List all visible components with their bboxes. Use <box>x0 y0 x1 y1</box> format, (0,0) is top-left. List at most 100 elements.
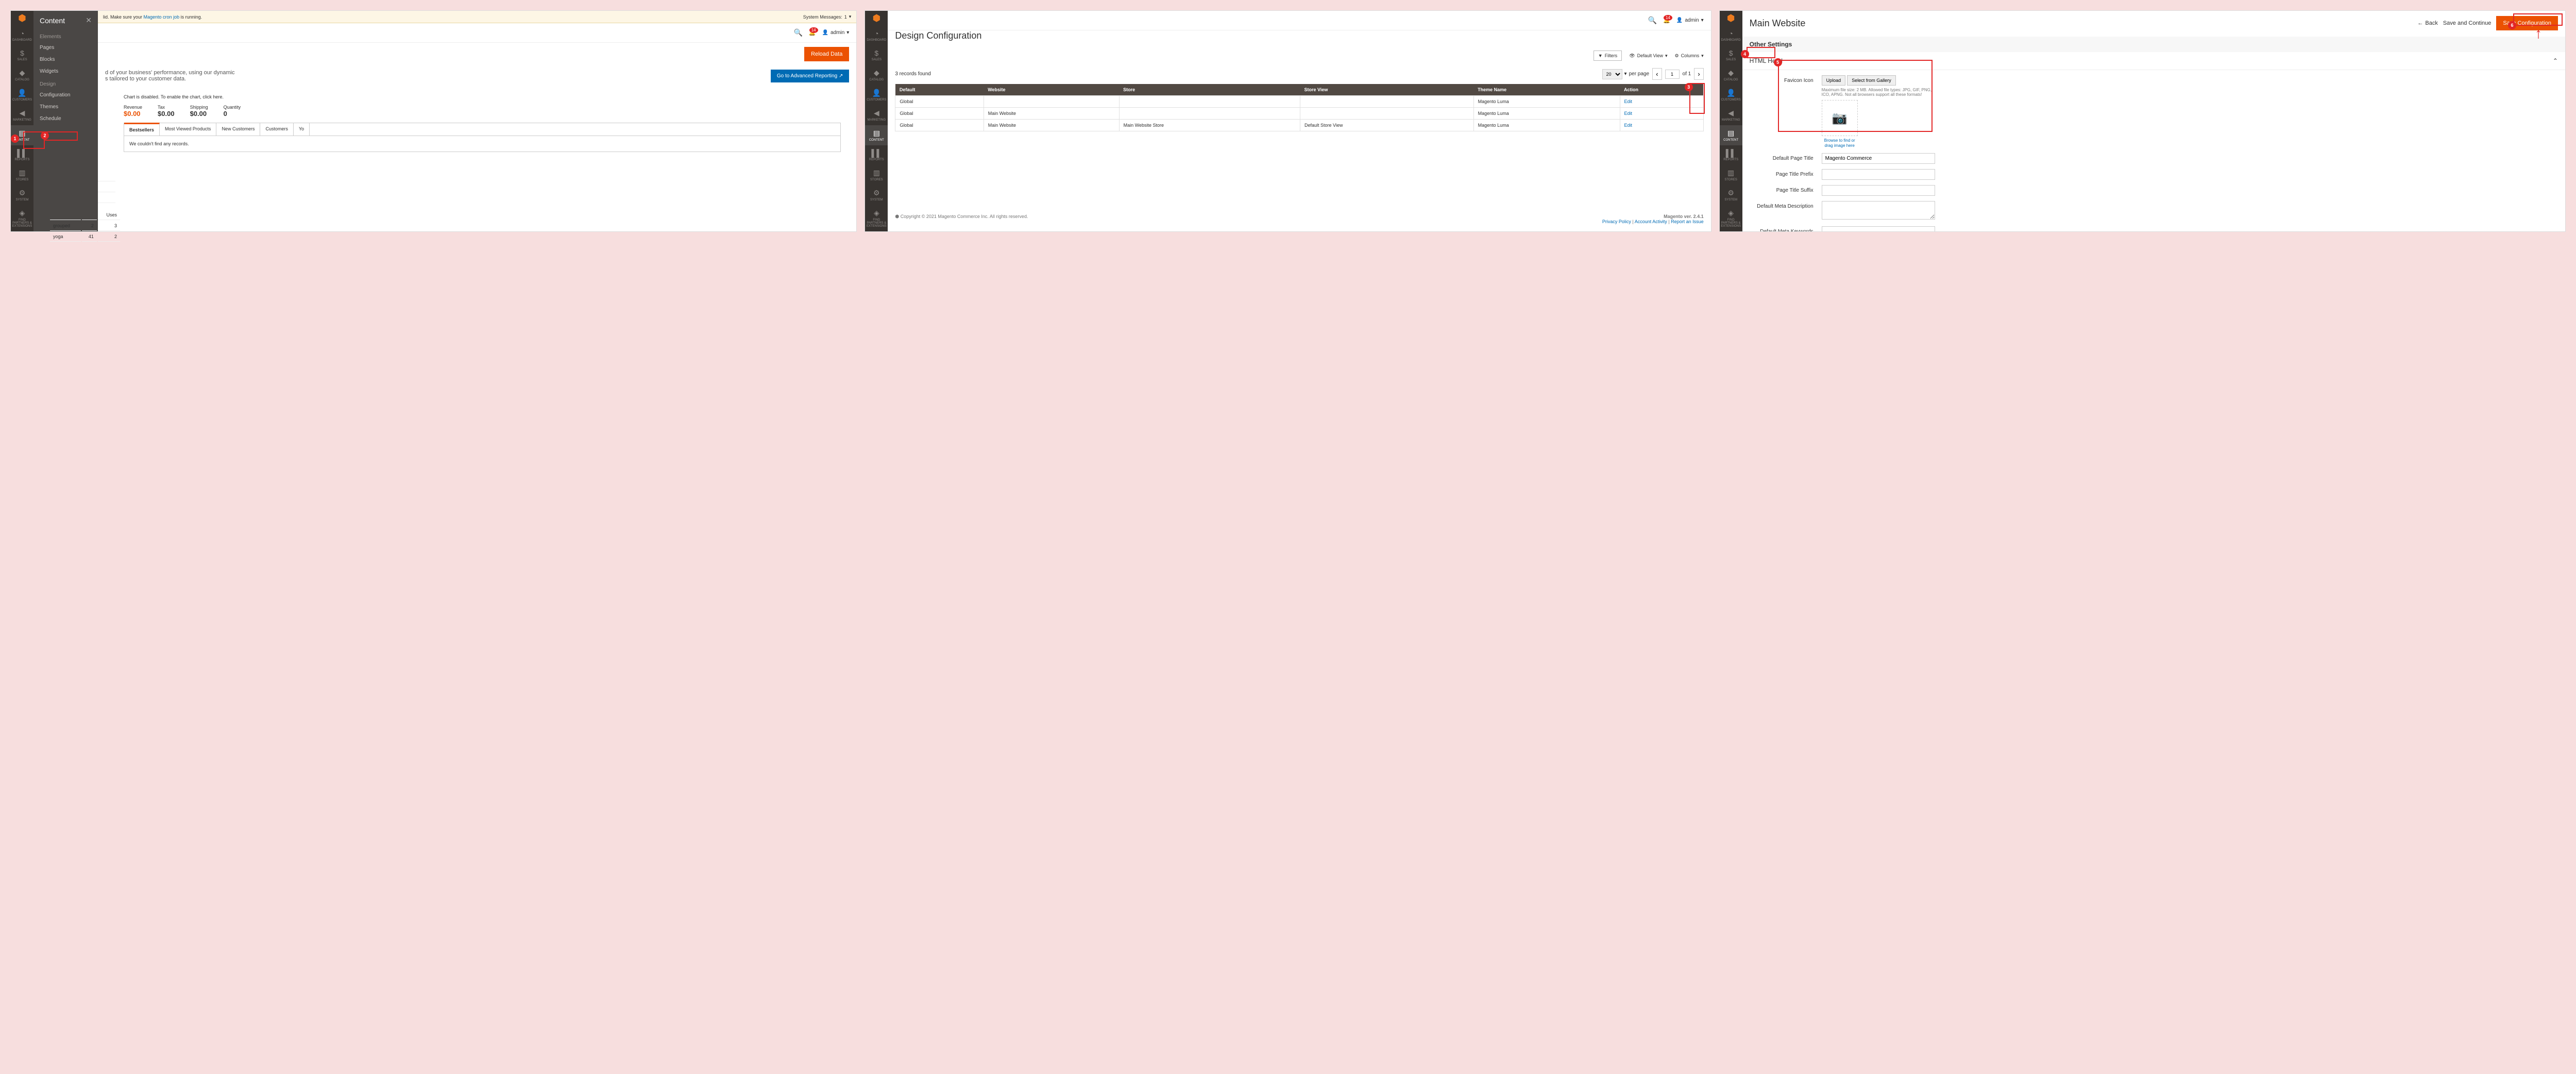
sidebar-item-customers[interactable]: 👤CUSTOMERS <box>865 85 888 105</box>
back-button[interactable]: ← Back <box>2417 20 2437 26</box>
notifications-icon[interactable]: 🔔14 <box>809 29 816 36</box>
config-table: Default Website Store Store View Theme N… <box>895 84 1703 131</box>
table-row: GlobalMain WebsiteMain Website StoreDefa… <box>895 120 1703 131</box>
chevron-down-icon[interactable]: ▾ <box>849 14 852 20</box>
sidebar-item-sales[interactable]: $SALES <box>865 45 888 65</box>
page-title-prefix-input[interactable] <box>1822 169 1935 180</box>
advanced-reporting-button[interactable]: Go to Advanced Reporting ↗ <box>771 70 849 82</box>
flyout-link-configuration[interactable]: Configuration <box>33 89 98 101</box>
sidebar-item-partners[interactable]: ◈FIND PARTNERS & EXTENSIONS <box>1720 205 1742 231</box>
sidebar-item-stores[interactable]: ▥STORES <box>1720 165 1742 185</box>
system-messages-bar: lid. Make sure your Magento cron job is … <box>98 11 856 23</box>
favicon-dropzone[interactable]: 📷 <box>1822 100 1858 136</box>
sidebar-item-catalog[interactable]: ◆CATALOG <box>1720 65 1742 85</box>
account-activity-link[interactable]: Account Activity <box>1635 219 1667 224</box>
sidebar-item-partners[interactable]: ◈FIND PARTNERS & EXTENSIONS <box>865 205 888 231</box>
tab-body: We couldn't find any records. <box>124 136 841 152</box>
magento-logo-icon: ⬢ <box>1720 11 1742 26</box>
save-configuration-button[interactable]: Save Configuration <box>2496 16 2558 30</box>
default-view-dropdown[interactable]: 👁Default View ▾ <box>1629 53 1667 59</box>
sidebar-item-catalog[interactable]: ◆CATALOG <box>865 65 888 85</box>
page-input[interactable] <box>1665 70 1680 79</box>
flyout-group-elements: Elements <box>33 30 98 42</box>
tab-most-viewed[interactable]: Most Viewed Products <box>160 123 216 136</box>
report-issue-link[interactable]: Report an Issue <box>1671 219 1704 224</box>
sidebar-item-system[interactable]: ⚙SYSTEM <box>1720 185 1742 205</box>
table-row: GlobalMagento LumaEdit <box>895 96 1703 108</box>
external-link-icon: ↗ <box>839 73 843 79</box>
camera-icon: 📷 <box>1832 111 1848 126</box>
sidebar-item-system[interactable]: ⚙SYSTEM <box>11 185 33 205</box>
flyout-link-themes[interactable]: Themes <box>33 101 98 113</box>
per-page-select[interactable]: 20 <box>1602 69 1622 79</box>
meta-keywords-input[interactable] <box>1822 226 1935 231</box>
search-icon[interactable]: 🔍 <box>1648 16 1657 25</box>
collapse-icon: ⌃ <box>2553 57 2558 64</box>
page-title: Main Website <box>1750 18 1806 29</box>
flyout-link-widgets[interactable]: Widgets <box>33 65 98 77</box>
sidebar-item-catalog[interactable]: ◆CATALOG <box>11 65 33 85</box>
sidebar-item-reports[interactable]: ▌▌REPORTS <box>865 145 888 165</box>
sidebar-item-dashboard[interactable]: ◔DASHBOARD <box>11 26 33 45</box>
tab-customers[interactable]: Customers <box>260 123 294 136</box>
sidebar-item-sales[interactable]: $SALES <box>11 45 33 65</box>
sidebar-item-marketing[interactable]: ◀MARKETING <box>1720 105 1742 125</box>
sidebar-item-content[interactable]: ▤CONTENT <box>865 125 888 145</box>
admin-dropdown[interactable]: 👤 admin ▾ <box>822 30 850 36</box>
sidebar-item-marketing[interactable]: ◀MARKETING <box>11 105 33 125</box>
flyout-link-pages[interactable]: Pages <box>33 42 98 54</box>
flyout-link-schedule[interactable]: Schedule <box>33 113 98 125</box>
flyout-link-blocks[interactable]: Blocks <box>33 54 98 65</box>
chart-disabled-text: Chart is disabled. To enable the chart, … <box>124 94 224 99</box>
callout-3: 3 <box>1685 83 1693 91</box>
select-from-gallery-button[interactable]: Select from Gallery <box>1847 75 1896 86</box>
enable-chart-link[interactable]: here <box>213 94 222 99</box>
eye-icon: 👁 <box>1629 53 1635 59</box>
upload-button[interactable]: Upload <box>1822 75 1846 86</box>
admin-dropdown[interactable]: 👤 admin ▾ <box>1676 18 1704 23</box>
filters-button[interactable]: ▼Filters <box>1594 51 1622 61</box>
cron-job-link[interactable]: Magento cron job <box>144 14 180 20</box>
edit-link[interactable]: Edit <box>1624 111 1633 116</box>
callout-1: 1 <box>11 135 19 143</box>
sidebar-item-content[interactable]: ▤CONTENT <box>1720 125 1742 145</box>
sidebar-item-system[interactable]: ⚙SYSTEM <box>865 185 888 205</box>
close-icon[interactable]: ✕ <box>86 16 92 25</box>
table-row: GlobalMain WebsiteMagento LumaEdit <box>895 108 1703 120</box>
sidebar-item-dashboard[interactable]: ◔DASHBOARD <box>1720 26 1742 45</box>
sidebar-item-marketing[interactable]: ◀MARKETING <box>865 105 888 125</box>
tab-yo[interactable]: Yo <box>294 123 310 136</box>
admin-sidebar: ⬢ ◔DASHBOARD $SALES ◆CATALOG 👤CUSTOMERS … <box>1720 11 1742 231</box>
edit-link[interactable]: Edit <box>1624 99 1633 104</box>
tab-new-customers[interactable]: New Customers <box>216 123 260 136</box>
sidebar-item-stores[interactable]: ▥STORES <box>865 165 888 185</box>
content-flyout: Content ✕ Elements Pages Blocks Widgets … <box>33 11 98 231</box>
reload-data-button[interactable]: Reload Data <box>804 47 849 61</box>
favicon-hint: Maximum file size: 2 MB. Allowed file ty… <box>1822 88 1935 97</box>
search-icon[interactable]: 🔍 <box>793 28 802 37</box>
next-page-button[interactable]: › <box>1694 68 1703 80</box>
tab-bestsellers[interactable]: Bestsellers <box>124 123 160 136</box>
sidebar-item-stores[interactable]: ▥STORES <box>11 165 33 185</box>
revenue-value: $0.00 <box>124 110 142 118</box>
magento-logo-icon: ⬢ <box>11 11 33 26</box>
sidebar-item-customers[interactable]: 👤CUSTOMERS <box>11 85 33 105</box>
sidebar-item-partners[interactable]: ◈FIND PARTNERS & EXTENSIONS <box>11 205 33 231</box>
page-title-suffix-input[interactable] <box>1822 185 1935 196</box>
edit-link[interactable]: Edit <box>1624 123 1633 128</box>
save-and-continue-button[interactable]: Save and Continue <box>2443 20 2492 26</box>
html-head-accordion[interactable]: HTML Head ⌃ <box>1742 52 2565 70</box>
up-arrow-icon: ↑ <box>2535 25 2542 42</box>
notifications-icon[interactable]: 🔔14 <box>1663 17 1670 24</box>
sidebar-item-reports[interactable]: ▌▌REPORTS <box>1720 145 1742 165</box>
sidebar-item-customers[interactable]: 👤CUSTOMERS <box>1720 85 1742 105</box>
default-page-title-input[interactable] <box>1822 153 1935 164</box>
columns-dropdown[interactable]: ⚙Columns ▾ <box>1675 53 1704 59</box>
prev-page-button[interactable]: ‹ <box>1652 68 1662 80</box>
sidebar-item-dashboard[interactable]: ◔DASHBOARD <box>865 26 888 45</box>
meta-description-input[interactable] <box>1822 201 1935 220</box>
privacy-link[interactable]: Privacy Policy <box>1602 219 1631 224</box>
other-settings-header: Other Settings <box>1742 37 2565 52</box>
sidebar-item-reports[interactable]: ▌▌REPORTS <box>11 145 33 165</box>
sidebar-item-sales[interactable]: $SALES <box>1720 45 1742 65</box>
